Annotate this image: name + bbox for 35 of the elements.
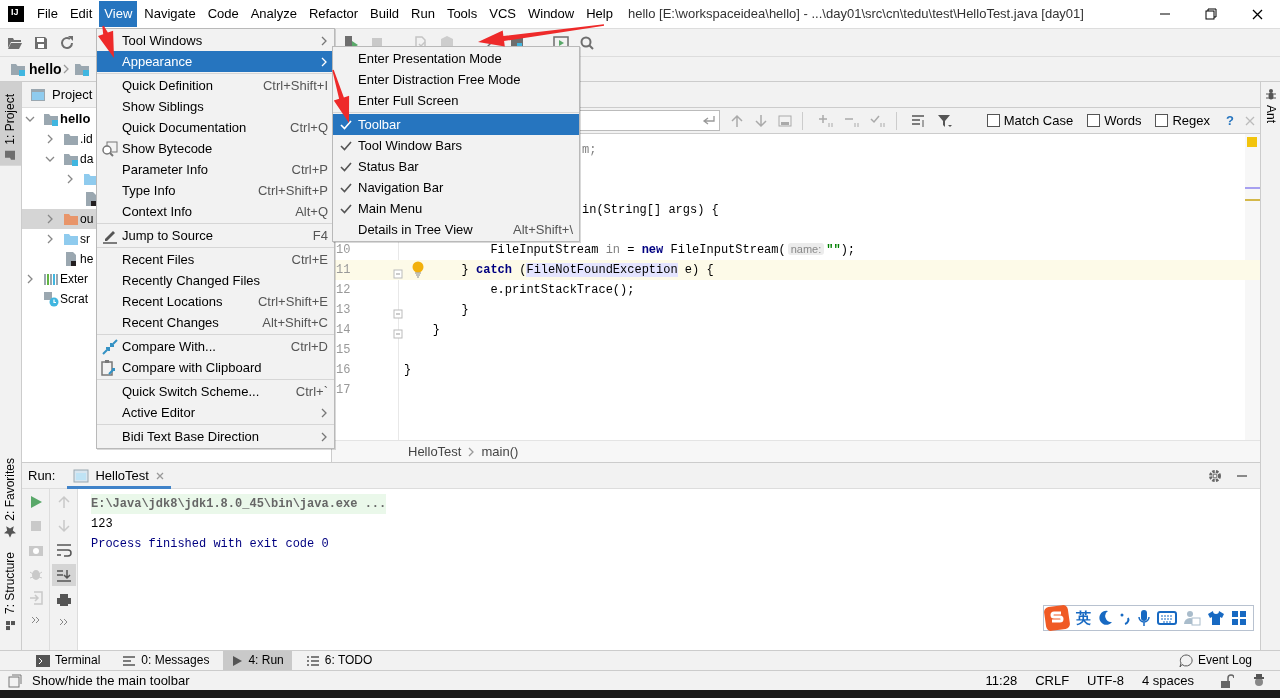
shortcut-text: Ctrl+Shift+E xyxy=(256,293,328,310)
window-title: hello [E:\workspaceidea\hello] - ...\day01\src\cn\tedu\test\HelloTest.java [day01] xyxy=(627,6,1084,22)
panel-title: Project xyxy=(52,86,93,103)
line-number: 15 xyxy=(336,342,351,358)
shortcut-text: F4 xyxy=(311,227,328,244)
code-line: } catch (FileNotFoundException e) { xyxy=(460,262,714,278)
line-number: 14 xyxy=(336,322,351,338)
console-line: Process finished with exit code 0 xyxy=(91,537,329,551)
shortcut-text: Alt+Q xyxy=(294,203,328,220)
line-number: 12 xyxy=(336,282,351,298)
shortcut-text: Ctrl+D xyxy=(289,338,328,355)
code-line: in(String[] args) { xyxy=(582,202,719,218)
line-number: 11 xyxy=(336,262,351,278)
shortcut-text: Ctrl+` xyxy=(294,383,328,400)
shortcut-text: Alt+Shift+\ xyxy=(512,221,573,238)
app-logo: IJ xyxy=(8,6,24,22)
code-line: } xyxy=(460,302,469,318)
code-line: } xyxy=(431,322,440,338)
shortcut-text: Ctrl+Shift+I xyxy=(261,77,328,94)
code-line: } xyxy=(404,362,412,378)
shortcut-text: Ctrl+Q xyxy=(289,119,328,136)
code-line: FileInputStream in = new FileInputStream( name: ""); xyxy=(489,242,856,258)
line-number: 17 xyxy=(336,382,351,398)
console-line: 123 xyxy=(91,517,113,531)
line-number: 13 xyxy=(336,302,351,318)
shortcut-text: Alt+Shift+C xyxy=(261,314,328,331)
code-line: e.printStackTrace(); xyxy=(489,282,635,298)
panel-title: Run: xyxy=(28,467,56,484)
line-number: 16 xyxy=(336,362,351,378)
status-message: Show/hide the main toolbar xyxy=(32,672,190,689)
shortcut-text: Ctrl+Shift+P xyxy=(256,182,328,199)
code-line: m; xyxy=(582,142,597,158)
shortcut-text: Ctrl+E xyxy=(290,251,328,268)
line-number: 10 xyxy=(336,242,351,258)
shortcut-text: Ctrl+P xyxy=(290,161,328,178)
